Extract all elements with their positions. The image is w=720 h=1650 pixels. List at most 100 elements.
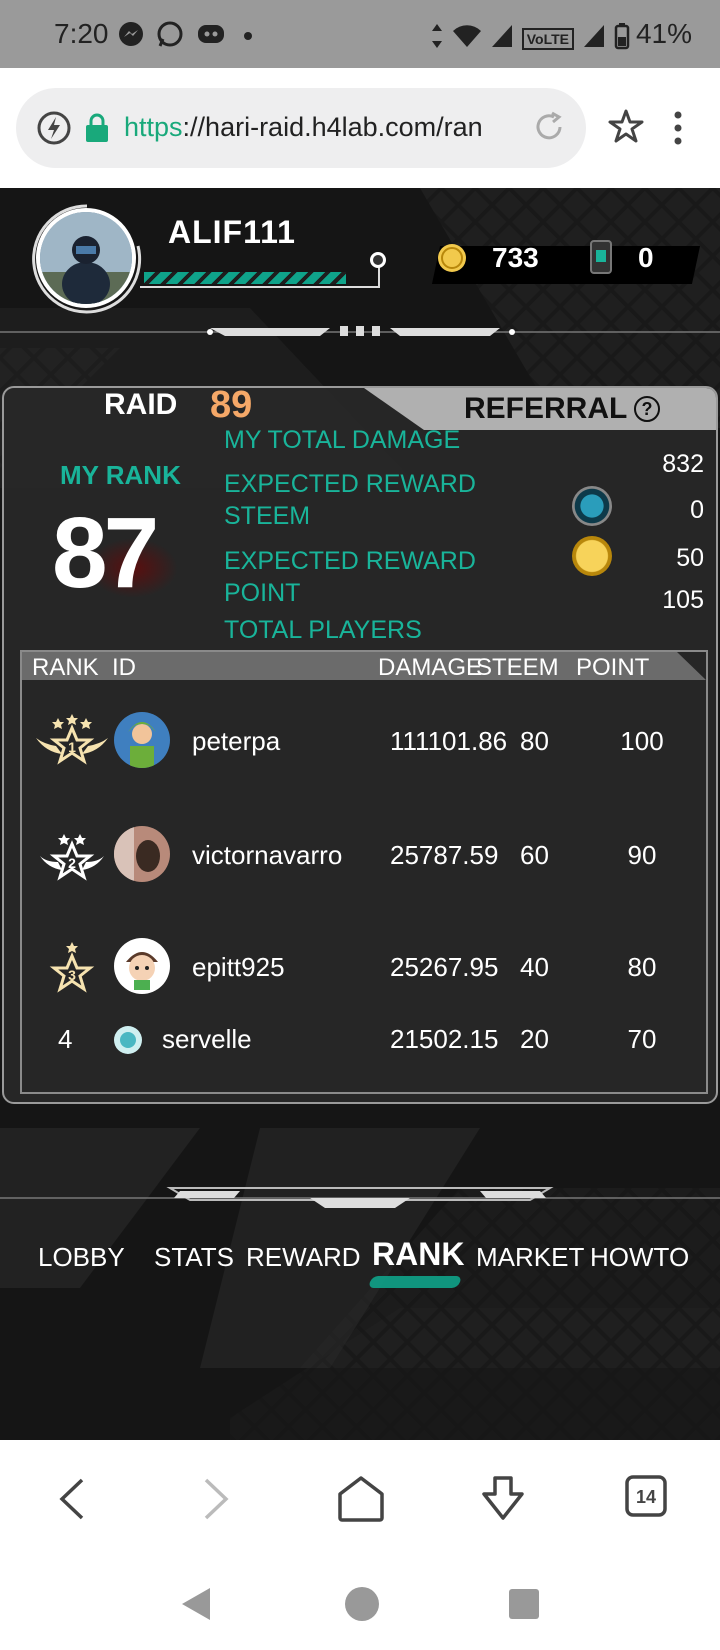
user-id[interactable]: victornavarro bbox=[192, 840, 342, 871]
nav-reward[interactable]: REWARD bbox=[246, 1242, 361, 1273]
user-avatar bbox=[114, 1026, 142, 1054]
expected-point-label: EXPECTED REWARD POINT bbox=[224, 545, 476, 609]
user-point: 80 bbox=[627, 952, 657, 982]
header-point: POINT bbox=[576, 654, 650, 681]
home-icon[interactable] bbox=[336, 1474, 386, 1529]
total-players-label: TOTAL PLAYERS bbox=[224, 616, 422, 644]
download-icon[interactable] bbox=[478, 1474, 528, 1529]
rank-2-badge-icon: 2 bbox=[32, 828, 112, 884]
system-navigation-bar bbox=[0, 1560, 720, 1650]
user-damage: 25267.95 bbox=[390, 952, 499, 982]
rank-number: 4 bbox=[58, 1024, 73, 1054]
rank-3-badge-number: 3 bbox=[68, 967, 76, 983]
system-back-icon[interactable] bbox=[178, 1584, 214, 1629]
rank-1-badge-number: 1 bbox=[68, 739, 76, 755]
card-counter-bg bbox=[561, 246, 701, 284]
back-icon[interactable] bbox=[52, 1474, 92, 1529]
rank-3-badge-icon: 3 bbox=[32, 940, 112, 996]
battery-icon bbox=[614, 22, 630, 55]
overflow-menu-icon[interactable] bbox=[672, 110, 684, 151]
raid-number: 89 bbox=[210, 386, 253, 426]
nav-rank[interactable]: RANK bbox=[372, 1236, 464, 1273]
user-id[interactable]: servelle bbox=[162, 1024, 252, 1055]
steem-icon bbox=[572, 486, 612, 526]
nav-market[interactable]: MARKET bbox=[476, 1242, 584, 1273]
status-time: 7:20 bbox=[54, 18, 109, 49]
help-icon[interactable]: ? bbox=[634, 396, 660, 422]
table-row[interactable]: 4 servelle 21502.15 20 70 bbox=[22, 1000, 706, 1080]
forward-icon[interactable] bbox=[196, 1474, 236, 1529]
point-coin-icon bbox=[572, 536, 612, 576]
dot-icon bbox=[238, 24, 258, 49]
rank-2-badge-number: 2 bbox=[68, 855, 76, 871]
battery-percent: 41% bbox=[635, 18, 692, 49]
user-avatar bbox=[114, 826, 170, 882]
lock-icon bbox=[84, 112, 110, 149]
system-recents-icon[interactable] bbox=[506, 1586, 542, 1627]
user-point: 100 bbox=[620, 726, 664, 756]
url-bar[interactable]: https://hari-raid.h4lab.com/ran bbox=[16, 88, 586, 168]
reload-icon[interactable] bbox=[532, 110, 566, 149]
coin-count: 733 bbox=[492, 242, 539, 273]
user-damage: 25787.59 bbox=[390, 840, 499, 870]
user-steem: 40 bbox=[520, 952, 549, 982]
nav-active-underline bbox=[367, 1276, 463, 1288]
user-damage: 21502.15 bbox=[390, 1024, 499, 1054]
card-icon bbox=[590, 240, 612, 279]
nav-stats[interactable]: STATS bbox=[154, 1242, 234, 1273]
status-bar: 7:20 VoLTE 41% bbox=[0, 0, 720, 68]
game-nav: LOBBY STATS REWARD RANK MARKET HOWTO bbox=[0, 1236, 720, 1302]
expected-steem-value: 0 bbox=[690, 496, 704, 524]
coin-icon bbox=[436, 242, 468, 279]
tab-count: 14 bbox=[636, 1487, 656, 1507]
tabs-icon[interactable]: 14 bbox=[624, 1474, 668, 1523]
volte-badge: VoLTE bbox=[521, 27, 574, 50]
rank-1-badge-icon: 1 bbox=[32, 714, 112, 770]
expected-steem-label: EXPECTED REWARD STEEM bbox=[224, 468, 476, 532]
xp-bar-fill bbox=[144, 272, 347, 284]
user-id[interactable]: peterpa bbox=[192, 726, 280, 757]
table-row[interactable]: 2 victornavarro 25787.59 60 90 bbox=[22, 800, 706, 908]
expected-point-label-line2: POINT bbox=[224, 579, 301, 607]
expected-steem-label-line2: STEEM bbox=[224, 502, 311, 530]
url-host: ://hari-raid.h4lab.com/ran bbox=[182, 112, 483, 142]
user-id[interactable]: epitt925 bbox=[192, 952, 285, 983]
expected-steem-label-line1: EXPECTED REWARD bbox=[224, 470, 476, 498]
lightning-icon[interactable] bbox=[36, 110, 72, 151]
total-players-value: 105 bbox=[662, 586, 704, 614]
leaderboard-table: RANK ID DAMAGE STEEM POINT 1 peterpa 111… bbox=[20, 650, 708, 1094]
my-rank-label: MY RANK bbox=[60, 460, 181, 490]
raid-rank-panel: RAID 89 REFERRAL ? MY RANK 87 MY TOTAL D… bbox=[2, 386, 718, 1104]
browser-bottom-bar: 14 bbox=[0, 1440, 720, 1560]
expected-point-value: 50 bbox=[676, 544, 704, 572]
player-name: ALIF111 bbox=[168, 214, 296, 250]
header-damage: DAMAGE bbox=[378, 654, 483, 681]
whatsapp-icon bbox=[156, 20, 184, 53]
total-damage-value: 832 bbox=[662, 450, 704, 478]
user-damage: 111101.86 bbox=[390, 726, 508, 756]
nav-howto[interactable]: HOWTO bbox=[590, 1242, 689, 1273]
header-steem: STEEM bbox=[476, 654, 559, 681]
table-row[interactable]: 1 peterpa 111101.86 80 100 bbox=[22, 686, 706, 794]
tab-referral-label[interactable]: REFERRAL bbox=[464, 392, 627, 426]
user-point: 70 bbox=[627, 1024, 657, 1054]
nav-lobby[interactable]: LOBBY bbox=[38, 1242, 125, 1273]
header-rank: RANK bbox=[32, 654, 99, 681]
tab-raid[interactable]: RAID bbox=[104, 388, 177, 422]
user-avatar bbox=[114, 712, 170, 768]
my-rank-value: 87 bbox=[52, 497, 159, 609]
game-view: ALIF111 733 0 RAID 89 REFERRAL ? MY RANK… bbox=[0, 188, 720, 1440]
wifi-icon bbox=[452, 23, 482, 54]
system-home-icon[interactable] bbox=[342, 1584, 382, 1629]
bookmark-star-icon[interactable] bbox=[608, 108, 644, 149]
user-avatar bbox=[114, 938, 170, 994]
total-damage-label: MY TOTAL DAMAGE bbox=[224, 426, 461, 454]
signal-icon-2 bbox=[582, 23, 606, 54]
user-point: 90 bbox=[627, 840, 657, 870]
url-text[interactable]: https://hari-raid.h4lab.com/ran bbox=[124, 112, 524, 143]
system-icons: VoLTE bbox=[430, 22, 630, 55]
discord-icon bbox=[196, 21, 226, 52]
url-scheme: https bbox=[124, 112, 183, 142]
expected-point-label-line1: EXPECTED REWARD bbox=[224, 547, 476, 575]
data-arrows-icon bbox=[430, 22, 444, 55]
